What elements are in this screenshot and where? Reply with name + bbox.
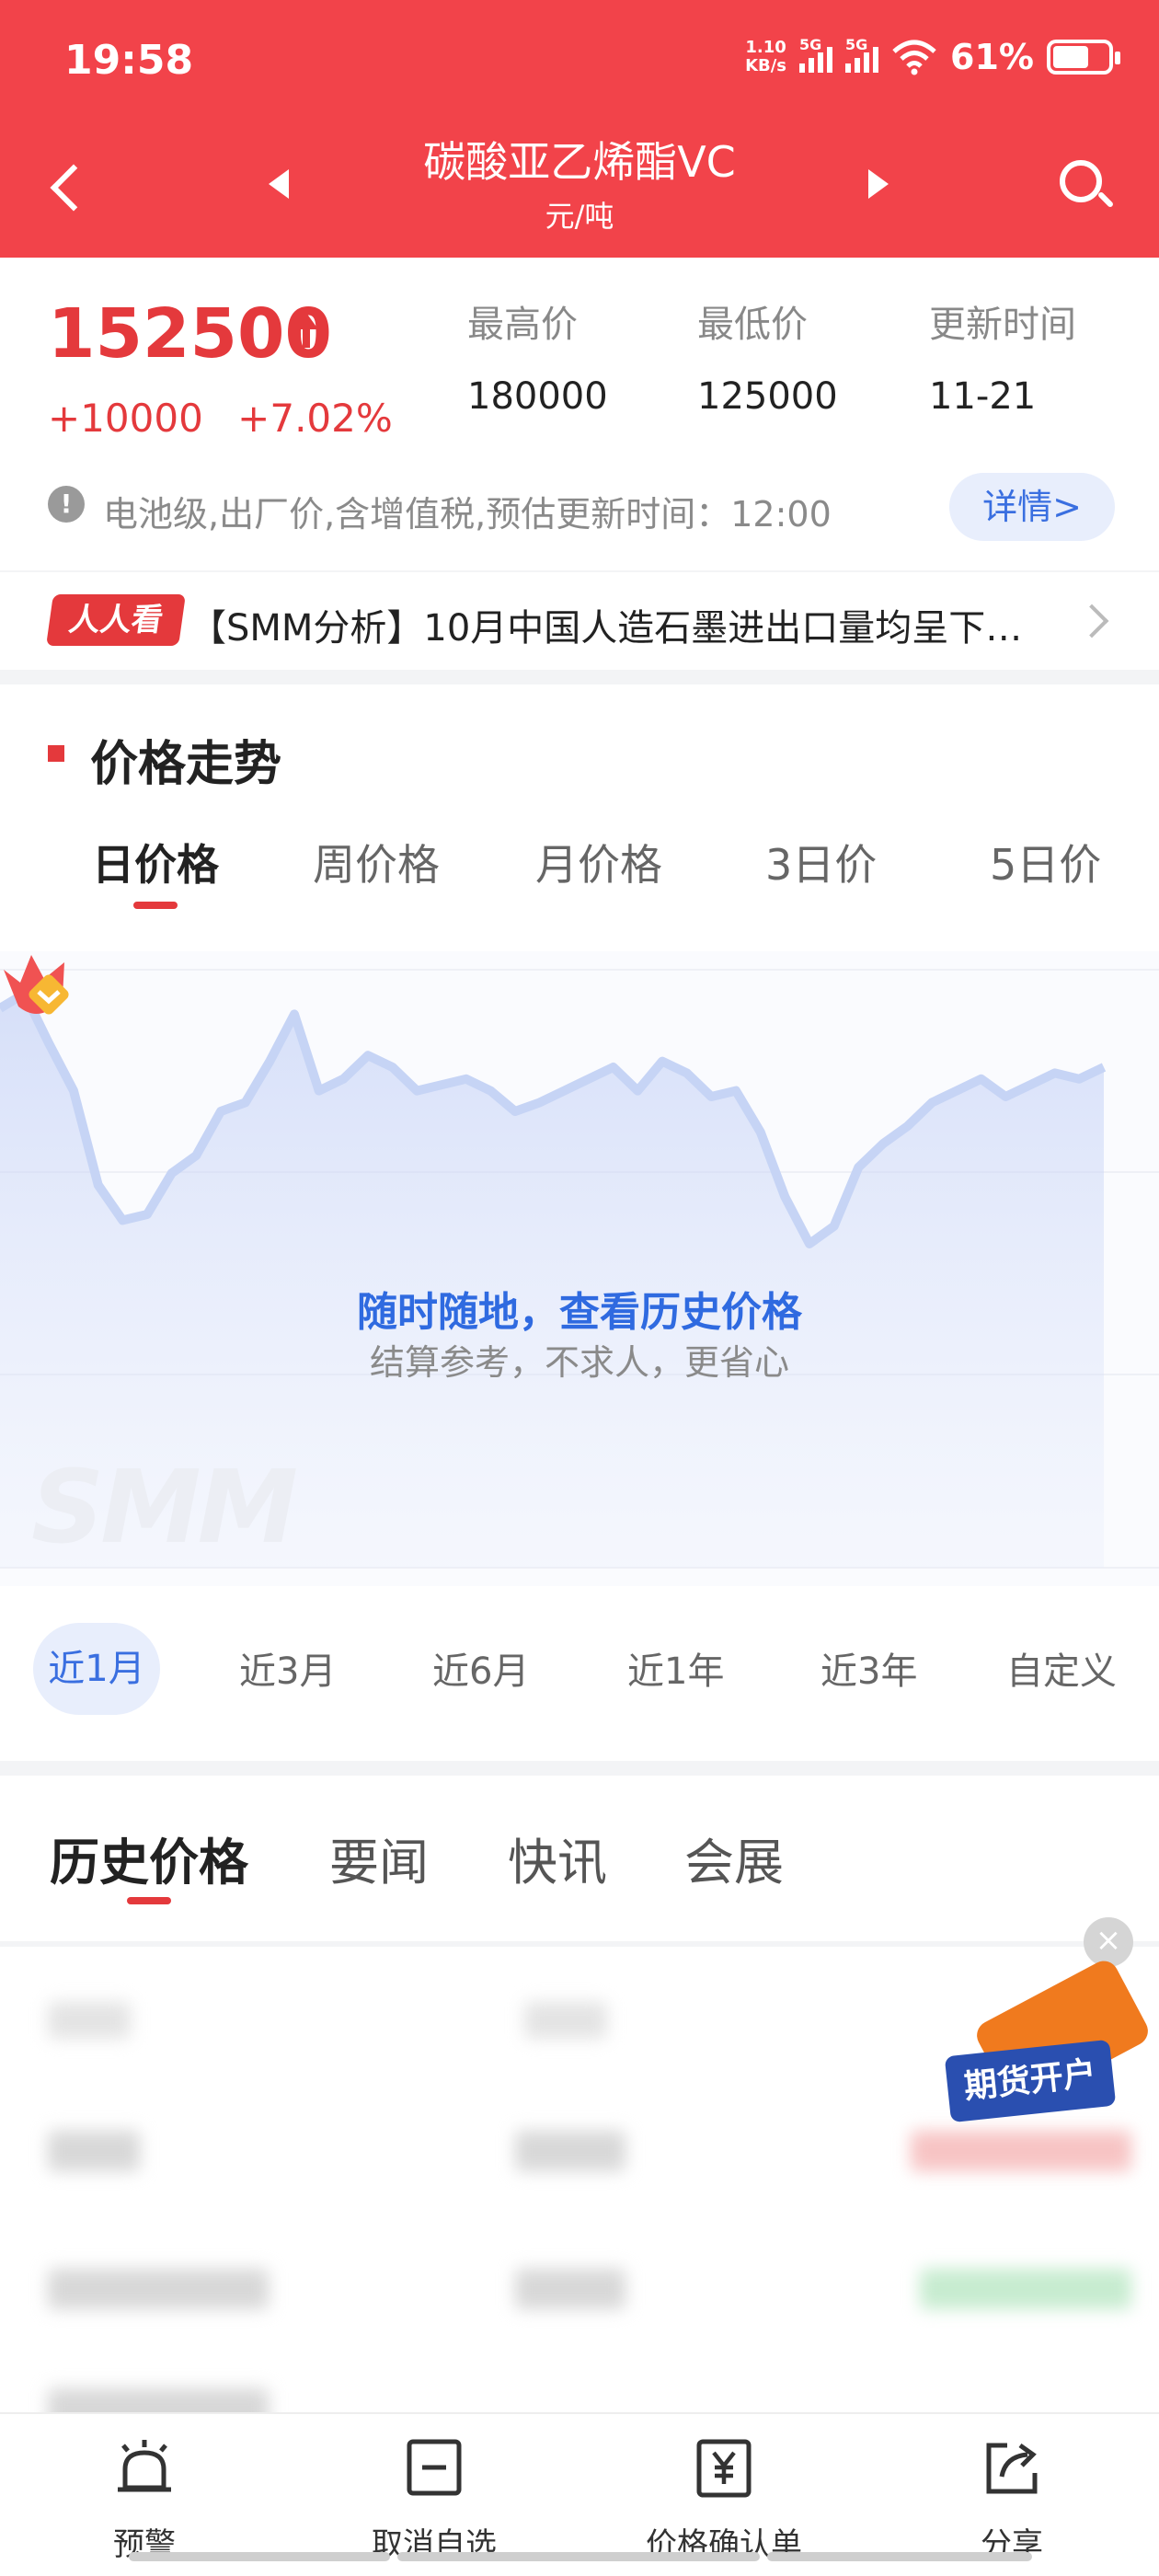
stat-high: 最高价 180000 — [467, 294, 608, 418]
tab-history-price[interactable]: 历史价格 — [50, 1822, 248, 1904]
signal-icon: 5G — [845, 36, 879, 73]
yuan-doc-icon — [696, 2439, 752, 2498]
share-icon — [986, 2443, 1038, 2494]
range-tab-3y[interactable]: 近3年 — [820, 1641, 917, 1695]
stat-low-label: 最低价 — [697, 304, 808, 346]
tab-3day[interactable]: 3日价 — [765, 832, 877, 892]
tab-label: 周价格 — [313, 840, 440, 890]
period-tabs: 日价格 周价格 月价格 3日价 5日价 — [0, 832, 1159, 914]
tab-underline — [127, 1897, 171, 1904]
battery-icon — [1047, 40, 1120, 75]
tab-weekly[interactable]: 周价格 — [313, 832, 440, 892]
overlay-title: 随时随地，查看历史价格 — [357, 1289, 802, 1336]
table-row — [0, 2370, 1159, 2416]
wifi-icon — [892, 40, 936, 75]
tab-5day[interactable]: 5日价 — [990, 832, 1101, 892]
section-title: 价格走势 — [48, 725, 281, 794]
prev-item-icon[interactable] — [258, 156, 304, 212]
detail-button[interactable]: 详情> — [949, 473, 1115, 541]
tab-underline — [133, 902, 178, 909]
range-tab-1m[interactable]: 近1月 — [33, 1623, 160, 1715]
share-button[interactable]: 分享 — [975, 2436, 1049, 2564]
page-title: 碳酸亚乙烯酯VC — [423, 137, 736, 187]
price-note: ! 电池级,出厂价,含增值税,预估更新时间：12:00 详情> — [48, 471, 1115, 545]
app-header: 19:58 1.10 KB/s 5G 5G 61% 碳酸亚乙烯酯VC 元/吨 — [0, 0, 1159, 258]
net-speed: 1.10 KB/s — [745, 39, 786, 75]
stat-low-value: 125000 — [697, 375, 838, 418]
minus-box-icon — [407, 2439, 462, 2496]
tab-label: 月价格 — [535, 840, 662, 890]
battery-percent: 61% — [950, 37, 1034, 77]
price-panel: 152500 +10000 +7.02% 最高价 180000 最低价 1250… — [0, 258, 1159, 570]
tab-expo[interactable]: 会展 — [684, 1822, 784, 1894]
stat-high-label: 最高价 — [467, 304, 578, 346]
search-icon[interactable] — [1039, 144, 1122, 226]
alarm-icon — [118, 2440, 171, 2492]
signal-label: 5G — [845, 36, 868, 53]
table-row — [0, 2232, 1159, 2361]
signal-label: 5G — [799, 36, 822, 53]
current-price: 152500 — [48, 294, 332, 374]
ticker-badge: 人人看 — [46, 594, 186, 646]
alert-button[interactable]: 预警 — [103, 2436, 186, 2564]
change-amount: +10000 — [48, 396, 203, 441]
bottom-action-bar: 预警 取消自选 价格确认单 分享 — [0, 2412, 1159, 2576]
tab-daily[interactable]: 日价格 — [92, 832, 219, 909]
tab-label: 历史价格 — [50, 1834, 248, 1892]
price-note-text: 电池级,出厂价,含增值税,预估更新时间：12:00 — [103, 494, 832, 535]
stat-update-value: 11-21 — [929, 375, 1037, 418]
flame-logo-icon — [4, 955, 69, 1015]
promo-close-icon[interactable]: × — [1084, 1917, 1133, 1967]
status-icons: 1.10 KB/s 5G 5G 61% — [745, 36, 1120, 77]
news-ticker[interactable]: 人人看 【SMM分析】10月中国人造石墨进出口量均呈下… — [0, 572, 1159, 670]
title-block: 碳酸亚乙烯酯VC 元/吨 — [304, 129, 855, 236]
promo-label: 期货开户 — [944, 2039, 1117, 2123]
ticker-text[interactable]: 【SMM分析】10月中国人造石墨进出口量均呈下… — [189, 598, 1036, 651]
up-arrow-icon — [293, 313, 320, 350]
home-indicator — [397, 2552, 760, 2561]
stat-update-label: 更新时间 — [929, 304, 1076, 346]
stat-update: 更新时间 11-21 — [929, 294, 1076, 418]
remove-watchlist-button[interactable]: 取消自选 — [368, 2436, 500, 2564]
back-arrow-icon[interactable] — [33, 147, 107, 221]
price-confirm-button[interactable]: 价格确认单 — [638, 2436, 809, 2564]
net-speed-unit: KB/s — [745, 56, 787, 75]
nav-bar: 碳酸亚乙烯酯VC 元/吨 — [0, 129, 1159, 258]
futures-promo[interactable]: 期货开户 — [944, 1955, 1153, 2134]
stat-high-value: 180000 — [467, 375, 608, 418]
status-bar: 19:58 1.10 KB/s 5G 5G 61% — [0, 0, 1159, 129]
tab-flash[interactable]: 快讯 — [508, 1822, 607, 1894]
tab-label: 日价格 — [92, 840, 219, 890]
status-time: 19:58 — [64, 37, 194, 84]
net-speed-value: 1.10 — [745, 38, 786, 57]
range-tab-custom[interactable]: 自定义 — [1006, 1641, 1117, 1695]
price-trend-section: 价格走势 日价格 周价格 月价格 3日价 5日价 SMM 随时随地，查看历史价格… — [0, 684, 1159, 1761]
signal-icon: 5G — [799, 36, 833, 73]
tab-label: 3日价 — [765, 840, 878, 890]
chevron-right-icon[interactable] — [1080, 604, 1113, 637]
next-item-icon[interactable] — [855, 156, 901, 212]
page-unit: 元/吨 — [545, 199, 614, 234]
tab-news[interactable]: 要闻 — [329, 1822, 429, 1894]
stat-low: 最低价 125000 — [697, 294, 838, 418]
range-tab-1y[interactable]: 近1年 — [627, 1641, 724, 1695]
range-tab-6m[interactable]: 近6月 — [432, 1641, 529, 1695]
change-percent: +7.02% — [237, 396, 393, 441]
tab-label: 会展 — [684, 1834, 784, 1892]
overlay-subtitle: 结算参考，不求人，更省心 — [369, 1342, 789, 1383]
tab-monthly[interactable]: 月价格 — [535, 832, 662, 892]
range-tabs: 近1月 近3月 近6月 近1年 近3年 自定义 — [0, 1604, 1159, 1715]
range-tab-3m[interactable]: 近3月 — [239, 1641, 336, 1695]
home-indicator — [129, 2552, 390, 2561]
info-icon: ! — [48, 486, 85, 523]
tab-label: 5日价 — [990, 840, 1102, 890]
tab-label: 快讯 — [508, 1834, 607, 1892]
info-tabs: 历史价格 要闻 快讯 会展 — [0, 1776, 1159, 1941]
price-chart[interactable]: SMM 随时随地，查看历史价格 结算参考，不求人，更省心 — [0, 951, 1159, 1586]
home-indicator — [767, 2552, 1032, 2561]
chart-lock-overlay: SMM 随时随地，查看历史价格 结算参考，不求人，更省心 — [0, 951, 1159, 1586]
price-change: +10000 +7.02% — [48, 396, 415, 441]
tab-label: 要闻 — [329, 1834, 429, 1892]
smm-watermark-logo: SMM — [31, 1448, 298, 1566]
